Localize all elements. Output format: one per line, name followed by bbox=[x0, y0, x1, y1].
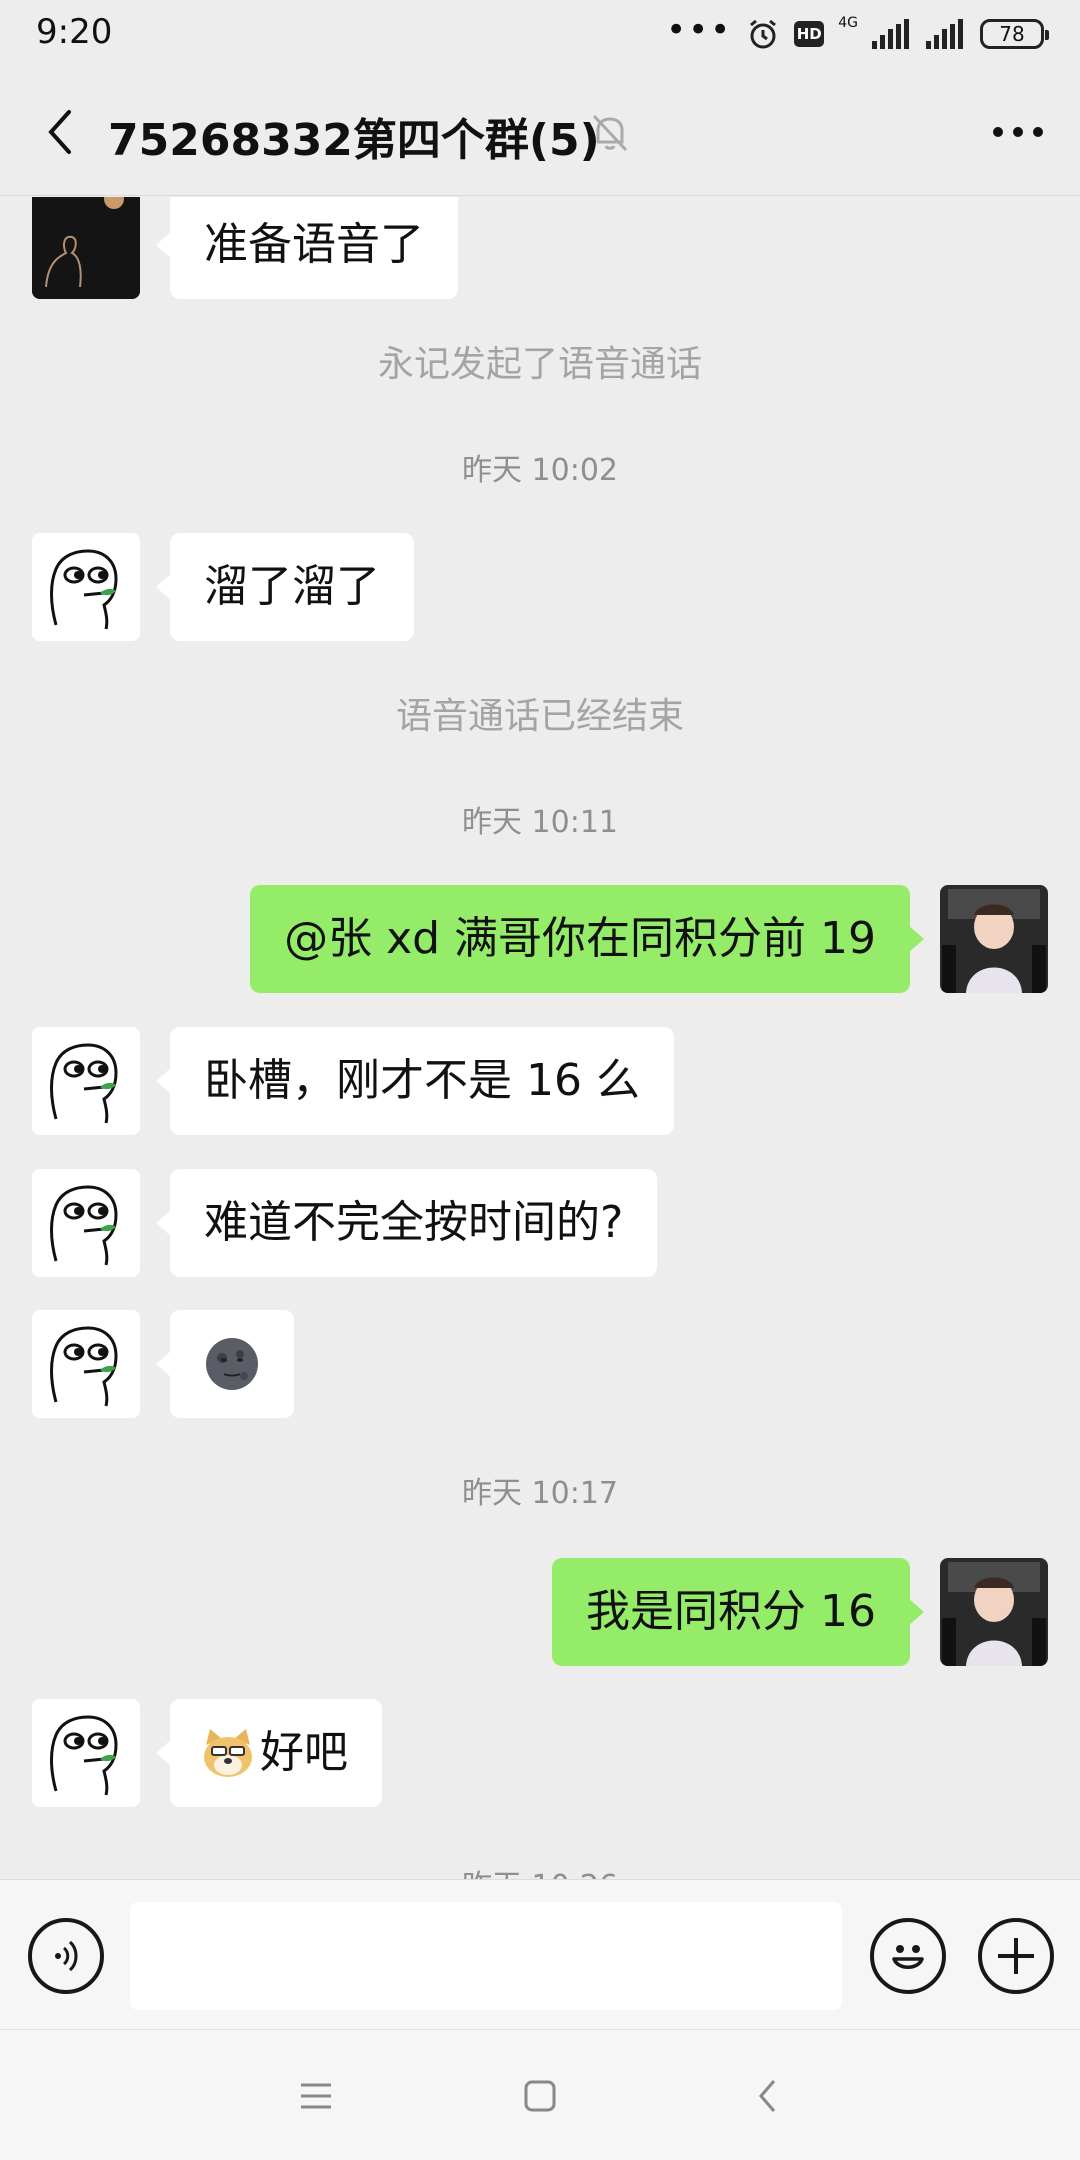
timestamp: 昨天 10:17 bbox=[462, 1476, 618, 1511]
doodle-face-avatar-image bbox=[32, 533, 140, 641]
signal-icon bbox=[872, 19, 909, 49]
menu-button[interactable] bbox=[286, 2066, 346, 2126]
mute-bell-icon bbox=[592, 114, 628, 152]
chat-title: 75268332第四个群(5) bbox=[108, 115, 600, 166]
plus-button[interactable] bbox=[978, 1918, 1054, 1994]
menu-icon bbox=[301, 2083, 331, 2109]
home-icon bbox=[524, 2080, 556, 2112]
new-moon-face-emoji-icon bbox=[206, 1338, 258, 1390]
baby-photo-avatar-image bbox=[940, 1558, 1048, 1666]
avatar[interactable] bbox=[32, 1027, 140, 1135]
home-button[interactable] bbox=[510, 2066, 570, 2126]
message-bubble-outgoing[interactable]: 我是同积分 16 bbox=[552, 1558, 924, 1666]
message-bubble[interactable]: 准备语音了 bbox=[156, 197, 458, 299]
message-bubble[interactable]: 难道不完全按时间的? bbox=[155, 1169, 658, 1277]
message-bubble-outgoing[interactable]: @张 xd 满哥你在同积分前 19 bbox=[250, 885, 924, 993]
message-input[interactable] bbox=[130, 1902, 842, 2010]
avatar[interactable] bbox=[32, 1699, 140, 1807]
status-time: 9:20 bbox=[36, 12, 113, 52]
system-message: 永记发起了语音通话 bbox=[377, 344, 702, 385]
back-arrow-icon bbox=[48, 110, 71, 154]
status-icons: ••• HD 4G 78 bbox=[666, 10, 1049, 54]
status-bar: 9:20 ••• HD 4G 78 bbox=[0, 0, 1080, 68]
chat-header: 75268332第四个群(5) bbox=[0, 68, 1080, 196]
doodle-face-avatar-image bbox=[32, 1699, 140, 1807]
baby-photo-avatar-image bbox=[940, 885, 1048, 993]
timestamp: 昨天 10:26 bbox=[0, 1861, 1080, 1879]
emoji-button[interactable] bbox=[870, 1918, 946, 1994]
emoji-icon bbox=[892, 1945, 924, 1969]
system-message: 语音通话已经结束 bbox=[395, 696, 684, 737]
dark-avatar-image bbox=[32, 197, 140, 299]
message-list[interactable]: 准备语音了 永记发起了语音通话 昨天 10:02 溜了溜了 语音通话已经结束 昨… bbox=[0, 197, 1080, 1879]
more-icon bbox=[993, 127, 1043, 137]
doodle-face-avatar-image bbox=[32, 1027, 140, 1135]
doodle-face-avatar-image bbox=[32, 1310, 140, 1418]
message-bubble[interactable]: 好吧 bbox=[156, 1699, 382, 1807]
battery-icon: 78 bbox=[980, 19, 1049, 49]
voice-icon bbox=[55, 1940, 78, 1972]
doge-emoji-icon bbox=[204, 1729, 252, 1777]
nav-back-icon bbox=[759, 2080, 776, 2112]
self-avatar[interactable] bbox=[940, 1558, 1048, 1666]
alarm-icon bbox=[750, 19, 777, 49]
message-text: 好吧 bbox=[260, 1727, 348, 1778]
avatar[interactable] bbox=[32, 197, 140, 299]
nav-back-button[interactable] bbox=[738, 2066, 798, 2126]
message-bubble[interactable]: 溜了溜了 bbox=[156, 533, 414, 641]
avatar[interactable] bbox=[32, 1169, 140, 1277]
self-avatar[interactable] bbox=[940, 885, 1048, 993]
more-notifications-icon: ••• bbox=[666, 10, 733, 50]
plus-icon bbox=[998, 1938, 1034, 1974]
timestamp: 昨天 10:02 bbox=[462, 453, 618, 488]
back-button[interactable] bbox=[28, 96, 92, 168]
message-bubble[interactable] bbox=[156, 1310, 294, 1418]
avatar[interactable] bbox=[32, 1310, 140, 1418]
system-nav-bar bbox=[0, 2029, 1080, 2160]
network-label: 4G bbox=[838, 15, 858, 31]
doodle-face-avatar-image bbox=[32, 1169, 140, 1277]
timestamp: 昨天 10:11 bbox=[462, 805, 618, 840]
message-bubble[interactable]: 卧槽，刚才不是 16 么 bbox=[156, 1027, 674, 1135]
avatar[interactable] bbox=[32, 533, 140, 641]
hd-badge: HD bbox=[794, 21, 825, 47]
more-button[interactable] bbox=[982, 98, 1054, 166]
voice-button[interactable] bbox=[28, 1918, 104, 1994]
input-bar bbox=[0, 1879, 1080, 2029]
signal-icon-2 bbox=[926, 19, 963, 49]
